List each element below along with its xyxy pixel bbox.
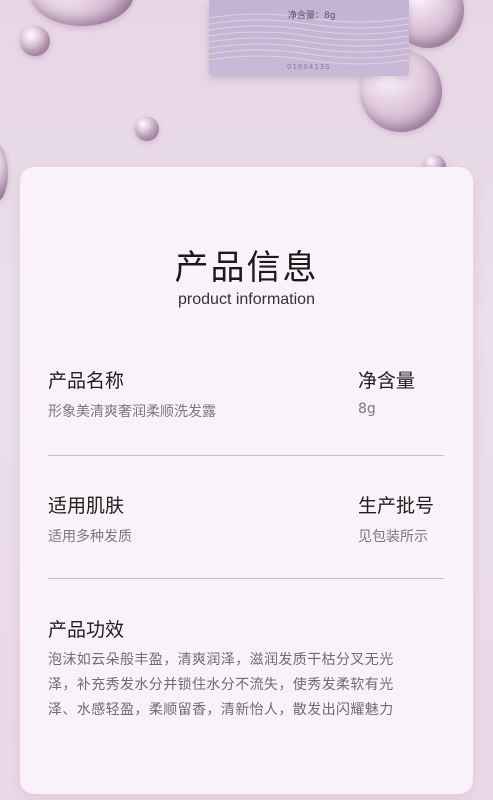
batch-number-value: 见包装所示 <box>358 529 428 545</box>
bubble-decoration <box>30 0 134 26</box>
batch-number-label: 生产批号 <box>358 495 435 517</box>
divider <box>48 455 444 456</box>
effect-line: 泽、水感轻盈，柔顺留香，清新怡人，散发出闪耀魅力 <box>48 702 394 718</box>
effect-line: 泡沫如云朵般丰盈，清爽润泽，滋润发质干枯分叉无光 <box>48 652 394 668</box>
sachet-net-weight: 净含量：8g <box>288 11 336 21</box>
product-effect-description: 泡沫如云朵般丰盈，清爽润泽，滋润发质干枯分叉无光 泽，补充秀发水分并锁住水分不流… <box>48 648 444 723</box>
suitable-hair-value: 适用多种发质 <box>48 529 132 545</box>
suitable-hair-label: 适用肌肤 <box>48 495 125 517</box>
divider <box>48 578 444 579</box>
sachet-code: 0180413S <box>287 63 331 71</box>
bubble-decoration <box>20 26 50 56</box>
page-subtitle: product information <box>178 291 315 308</box>
page-title: 产品信息 <box>174 248 319 288</box>
net-weight-value: 8g <box>358 401 376 417</box>
product-name-value: 形象美清爽奢润柔顺洗发露 <box>48 404 216 420</box>
product-name-label: 产品名称 <box>48 370 125 392</box>
product-effect-label: 产品功效 <box>48 619 125 641</box>
net-weight-label: 净含量 <box>358 370 416 392</box>
bubble-decoration <box>135 117 159 141</box>
bubble-decoration <box>0 145 8 201</box>
effect-line: 泽，补充秀发水分并锁住水分不流失，使秀发柔软有光 <box>48 677 394 693</box>
